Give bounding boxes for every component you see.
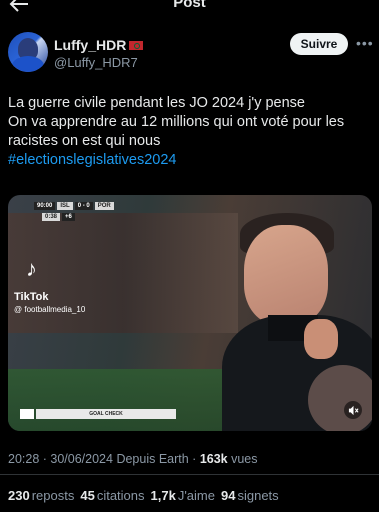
- bookmarks-count: 94: [221, 488, 236, 503]
- tweet-meta: 20:28 · 30/06/2024 Depuis Earth · 163k v…: [8, 452, 258, 466]
- likes-label: J'aime: [177, 488, 215, 503]
- engagement-stats: 230 reposts 45 citations 1,7k J'aime 94 sign…: [8, 488, 279, 503]
- score-away-team: POR: [94, 202, 114, 210]
- tiktok-brand: TikTok: [14, 291, 49, 303]
- video-scoreboard: 90:00 ISL 0 - 0 POR: [34, 202, 114, 210]
- added-time-plus: +6: [62, 213, 75, 221]
- divider: [0, 474, 379, 475]
- views-label: vues: [231, 452, 258, 466]
- tweet-line-3: racistes on est qui nous: [8, 133, 161, 149]
- tweet-line-2: On va apprendre au 12 millions qui ont v…: [8, 114, 345, 130]
- views-count: 163k: [199, 452, 228, 466]
- tweet-source: Depuis Earth: [116, 452, 189, 466]
- author-display-name[interactable]: Luffy_HDR: [54, 37, 144, 53]
- author-handle[interactable]: @Luffy_HDR7: [54, 55, 138, 70]
- morocco-flag-icon: [129, 40, 144, 50]
- score-value: 0 - 0: [74, 202, 93, 210]
- tweet-date: 30/06/2024: [50, 452, 113, 466]
- video-foreground-blur: [308, 365, 372, 431]
- hashtag-link[interactable]: #electionslegislatives2024: [8, 151, 370, 170]
- reposts-count: 230: [8, 488, 30, 503]
- video-player[interactable]: 90:00 ISL 0 - 0 POR 0:38 +6 ♪ TikTok @ f…: [8, 195, 372, 431]
- citations-count: 45: [80, 488, 95, 503]
- tweet-line-1: La guerre civile pendant les JO 2024 j'y…: [8, 95, 305, 111]
- added-time-clock: 0:38: [42, 213, 61, 221]
- avatar[interactable]: [8, 32, 48, 72]
- tiktok-username: @ footballmedia_10: [14, 305, 86, 314]
- avatar-shoulders: [12, 56, 44, 72]
- video-referee-head: [244, 225, 328, 325]
- goal-check-badge: [20, 409, 34, 419]
- bookmarks-stat[interactable]: 94 signets: [221, 488, 279, 503]
- tweet-time: 20:28: [8, 452, 40, 466]
- citations-stat[interactable]: 45 citations: [80, 488, 144, 503]
- author-name-text: Luffy_HDR: [54, 37, 127, 53]
- video-pitch: [8, 369, 248, 431]
- bookmarks-label: signets: [237, 488, 279, 503]
- volume-mute-icon[interactable]: [344, 401, 362, 419]
- goal-check-banner: GOAL CHECK: [36, 409, 176, 419]
- video-added-time: 0:38 +6: [42, 213, 75, 221]
- reposts-stat[interactable]: 230 reposts: [8, 488, 74, 503]
- video-referee-hand: [304, 319, 338, 359]
- likes-count: 1,7k: [150, 488, 176, 503]
- likes-stat[interactable]: 1,7k J'aime: [151, 488, 215, 503]
- more-options-icon[interactable]: •••: [356, 33, 373, 53]
- citations-label: citations: [96, 488, 145, 503]
- tweet-text: La guerre civile pendant les JO 2024 j'y…: [8, 94, 370, 170]
- score-time: 90:00: [34, 202, 56, 210]
- top-bar: Post: [0, 0, 379, 16]
- page-title: Post: [173, 0, 206, 11]
- follow-button[interactable]: Suivre: [290, 33, 348, 55]
- score-home-team: ISL: [57, 202, 73, 210]
- speaker-icon: [348, 405, 359, 415]
- tiktok-logo-icon: ♪: [26, 256, 37, 281]
- reposts-label: reposts: [31, 488, 75, 503]
